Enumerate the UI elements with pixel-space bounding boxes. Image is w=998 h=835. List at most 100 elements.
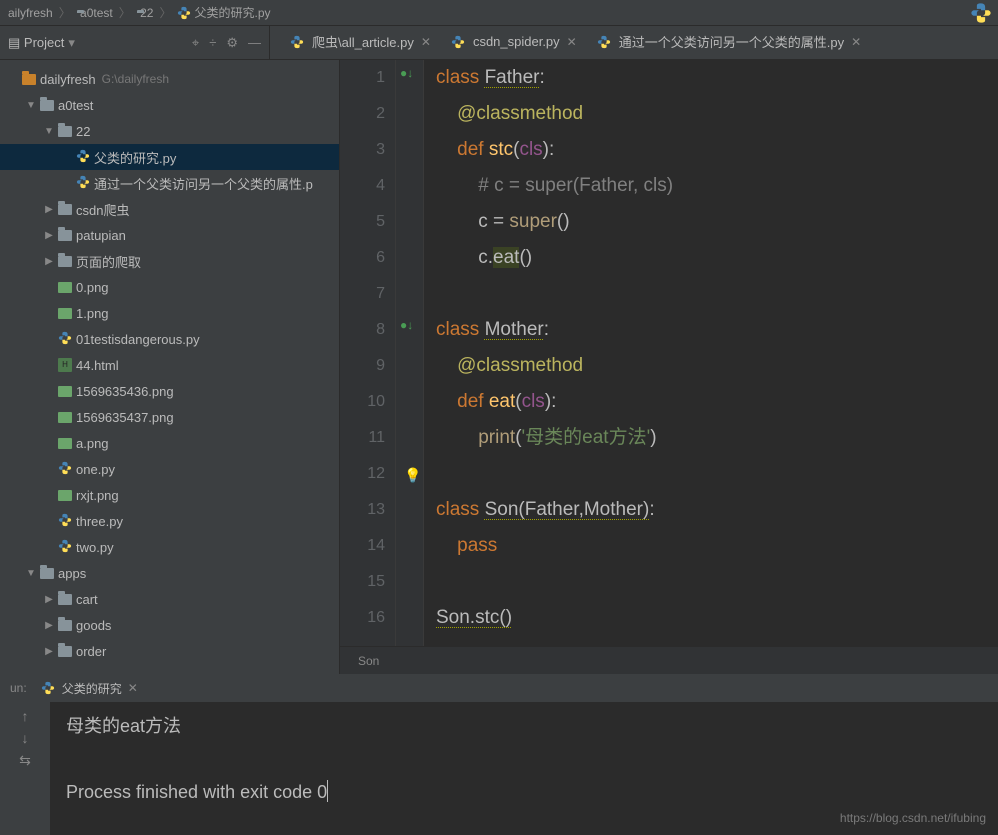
folder-icon xyxy=(58,594,72,605)
image-icon xyxy=(58,282,72,293)
implements-icon[interactable]: ●↓ xyxy=(400,66,413,80)
chevron-icon[interactable]: ▶ xyxy=(42,620,56,631)
tree-row[interactable]: ▶页面的爬取 xyxy=(0,248,339,274)
run-toolbar: ↑ ↓ ⇆ xyxy=(0,702,50,835)
chevron-right-icon: 〉 xyxy=(59,4,71,21)
project-panel-header[interactable]: ▤ Project ▾ ⌖ ÷ ⚙ — xyxy=(0,26,270,59)
tree-row[interactable]: a.png xyxy=(0,430,339,456)
watermark: https://blog.csdn.net/ifubing xyxy=(840,811,986,825)
tree-row[interactable]: ▶ csdn爬虫 xyxy=(0,196,339,222)
chevron-icon[interactable]: ▼ xyxy=(24,100,38,111)
tree-row[interactable]: H 44.html xyxy=(0,352,339,378)
gear-icon[interactable]: ⚙ xyxy=(226,35,238,51)
minimize-icon[interactable]: — xyxy=(248,35,261,50)
bulb-icon[interactable]: 💡 xyxy=(404,467,421,484)
editor-tabs: 爬虫\all_article.py ✕ csdn_spider.py ✕ 通过一… xyxy=(270,26,998,59)
chevron-icon[interactable]: ▼ xyxy=(24,568,38,579)
tree-row[interactable]: ▼ apps xyxy=(0,560,339,586)
tree-row[interactable]: 1.png xyxy=(0,300,339,326)
collapse-icon[interactable]: ÷ xyxy=(209,35,216,50)
tree-label: a.png xyxy=(76,436,109,451)
breadcrumb-part[interactable]: ailyfresh xyxy=(8,6,53,20)
code-content[interactable]: class Father: @classmethod def stc(cls):… xyxy=(424,60,998,646)
tab-label: 通过一个父类访问另一个父类的属性.py xyxy=(619,32,844,51)
image-icon xyxy=(58,438,72,449)
python-icon xyxy=(58,331,72,348)
tree-label: 1569635436.png xyxy=(76,384,174,399)
editor-tab[interactable]: 爬虫\all_article.py ✕ xyxy=(280,26,441,59)
line-gutter: 12345678910111213141516 xyxy=(340,60,396,646)
breadcrumb-symbol: Son xyxy=(358,654,379,668)
tree-label: 01testisdangerous.py xyxy=(76,332,200,347)
python-icon xyxy=(290,35,304,49)
chevron-icon[interactable]: ▶ xyxy=(42,594,56,605)
tree-label: apps xyxy=(58,566,86,581)
tree-label: 0.png xyxy=(76,280,109,295)
down-icon[interactable]: ↓ xyxy=(22,730,29,746)
breadcrumb-part[interactable]: 22 xyxy=(140,6,153,20)
editor-tab[interactable]: csdn_spider.py ✕ xyxy=(441,28,587,57)
breadcrumb-part[interactable]: 父类的研究.py xyxy=(194,4,270,21)
tab-label: csdn_spider.py xyxy=(473,34,560,49)
implements-icon[interactable]: ●↓ xyxy=(400,318,413,332)
tree-row[interactable]: dailyfreshG:\dailyfresh xyxy=(0,66,339,92)
tree-row[interactable]: ▶ goods xyxy=(0,612,339,638)
tree-label: goods xyxy=(76,618,111,633)
folder-icon xyxy=(58,646,72,657)
wrap-icon[interactable]: ⇆ xyxy=(19,752,31,769)
editor-breadcrumb[interactable]: Son xyxy=(340,646,998,674)
chevron-right-icon: 〉 xyxy=(159,4,171,21)
code-editor[interactable]: 12345678910111213141516 ●↓ ●↓ 💡 class Fa… xyxy=(340,60,998,674)
html-icon: H xyxy=(58,358,72,372)
tree-row[interactable]: one.py xyxy=(0,456,339,482)
tab-label: 爬虫\all_article.py xyxy=(312,32,414,51)
chevron-icon[interactable]: ▶ xyxy=(42,230,56,241)
tree-label: order xyxy=(76,644,106,659)
target-icon[interactable]: ⌖ xyxy=(192,35,199,51)
python-icon xyxy=(177,6,191,20)
tree-label: three.py xyxy=(76,514,123,529)
chevron-icon[interactable]: ▶ xyxy=(42,204,56,215)
tree-row[interactable]: ▼22 xyxy=(0,118,339,144)
python-icon xyxy=(76,175,90,192)
tree-label: csdn爬虫 xyxy=(76,200,129,219)
image-icon xyxy=(58,412,72,423)
python-icon xyxy=(76,149,90,166)
chevron-icon[interactable]: ▶ xyxy=(42,646,56,657)
tree-row[interactable]: 0.png xyxy=(0,274,339,300)
python-icon xyxy=(597,35,611,49)
tree-row[interactable]: ▶ order xyxy=(0,638,339,664)
chevron-icon[interactable]: ▶ xyxy=(42,256,56,267)
python-icon xyxy=(58,461,72,478)
chevron-icon[interactable]: ▼ xyxy=(42,126,56,137)
up-icon[interactable]: ↑ xyxy=(22,708,29,724)
run-tab[interactable]: 父类的研究 ✕ xyxy=(33,676,146,701)
tree-row[interactable]: three.py xyxy=(0,508,339,534)
project-view-icon: ▤ xyxy=(8,35,20,51)
breadcrumb-part[interactable]: a0test xyxy=(80,6,113,20)
tree-row[interactable]: ▶cart xyxy=(0,586,339,612)
tree-row[interactable]: rxjt.png xyxy=(0,482,339,508)
folder-icon xyxy=(58,204,72,215)
tree-row[interactable]: 1569635436.png xyxy=(0,378,339,404)
tree-row[interactable]: 通过一个父类访问另一个父类的属性.p xyxy=(0,170,339,196)
close-icon[interactable]: ✕ xyxy=(567,35,577,49)
close-icon[interactable]: ✕ xyxy=(851,35,861,49)
tree-row[interactable]: 父类的研究.py xyxy=(0,144,339,170)
tree-label: 44.html xyxy=(76,358,119,373)
editor-tab[interactable]: 通过一个父类访问另一个父类的属性.py ✕ xyxy=(587,26,871,59)
image-icon xyxy=(58,386,72,397)
run-tab-label: 父类的研究 xyxy=(62,680,122,697)
folder-icon xyxy=(58,620,72,631)
tree-row[interactable]: ▶patupian xyxy=(0,222,339,248)
tree-row[interactable]: ▼a0test xyxy=(0,92,339,118)
tree-label: 1569635437.png xyxy=(76,410,174,425)
close-icon[interactable]: ✕ xyxy=(128,681,138,695)
tree-row[interactable]: two.py xyxy=(0,534,339,560)
close-icon[interactable]: ✕ xyxy=(421,35,431,49)
breadcrumb-bar: ailyfresh 〉 a0test 〉 22 〉 父类的研究.py xyxy=(0,0,998,26)
folder-icon xyxy=(40,568,54,579)
tree-row[interactable]: 01testisdangerous.py xyxy=(0,326,339,352)
tree-path: G:\dailyfresh xyxy=(102,72,169,86)
tree-row[interactable]: 1569635437.png xyxy=(0,404,339,430)
